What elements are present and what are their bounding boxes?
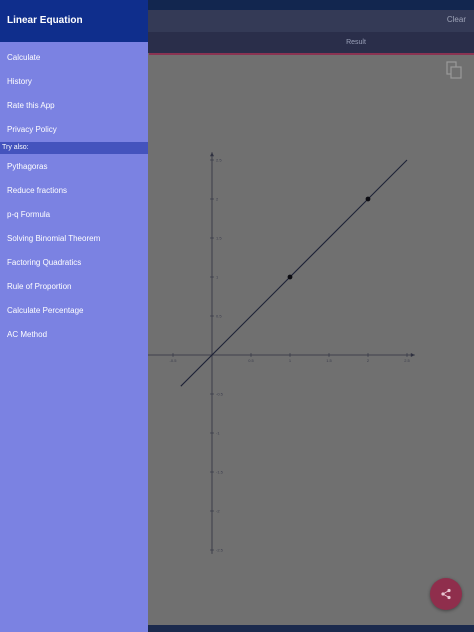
y-tick-label: 0.5: [216, 314, 222, 319]
drawer-item-binomial-theorem[interactable]: Solving Binomial Theorem: [7, 234, 100, 243]
y-tick-label: 2: [216, 197, 219, 202]
linear-graph: -1-0.50.511.522.52.521.510.5-0.5-1-1.5-2…: [148, 152, 415, 554]
x-tick-label: -0.5: [170, 358, 178, 363]
y-tick-label: 1: [216, 275, 219, 280]
drawer-item-pythagoras[interactable]: Pythagoras: [7, 162, 47, 171]
try-also-label: Try also:: [2, 144, 29, 151]
drawer-item-reduce-fractions[interactable]: Reduce fractions: [7, 186, 67, 195]
drawer-item-privacy-policy[interactable]: Privacy Policy: [7, 125, 57, 134]
drawer-item-factoring-quadratics[interactable]: Factoring Quadratics: [7, 258, 81, 267]
share-icon: [441, 588, 451, 600]
share-button[interactable]: [430, 578, 462, 610]
data-point: [365, 196, 371, 202]
drawer-item-rate-app[interactable]: Rate this App: [7, 101, 55, 110]
y-tick-label: -1: [216, 431, 220, 436]
drawer-item-rule-of-proportion[interactable]: Rule of Proportion: [7, 282, 71, 291]
drawer-title: Linear Equation: [7, 15, 83, 26]
series-line: [180, 159, 408, 387]
drawer-item-calculate-percentage[interactable]: Calculate Percentage: [7, 306, 84, 315]
try-also-section-header: Try also:: [0, 142, 148, 154]
x-axis-arrow: [410, 353, 415, 357]
tab-result[interactable]: Result: [322, 32, 390, 53]
drawer-item-ac-method[interactable]: AC Method: [7, 330, 47, 339]
x-tick-label: 1.5: [326, 358, 332, 363]
copy-icon[interactable]: [444, 60, 464, 80]
y-tick-label: -1.5: [216, 470, 224, 475]
y-tick-label: -2: [216, 509, 220, 514]
y-tick-label: 2.5: [216, 158, 222, 163]
y-tick-label: 1.5: [216, 236, 222, 241]
y-axis-arrow: [210, 152, 214, 157]
clear-button[interactable]: Clear: [447, 15, 466, 24]
drawer-item-calculate[interactable]: Calculate: [7, 53, 40, 62]
x-tick-label: 2.5: [404, 358, 410, 363]
x-tick-label: 0.5: [248, 358, 254, 363]
data-point: [287, 274, 293, 280]
x-tick-label: 1: [289, 358, 292, 363]
navigation-drawer: Linear Equation Calculate History Rate t…: [0, 0, 148, 632]
y-tick-label: -2.5: [216, 548, 224, 553]
drawer-item-pq-formula[interactable]: p-q Formula: [7, 210, 50, 219]
drawer-item-history[interactable]: History: [7, 77, 32, 86]
y-tick-label: -0.5: [216, 392, 224, 397]
x-tick-label: 2: [367, 358, 370, 363]
drawer-header: Linear Equation: [0, 0, 148, 42]
